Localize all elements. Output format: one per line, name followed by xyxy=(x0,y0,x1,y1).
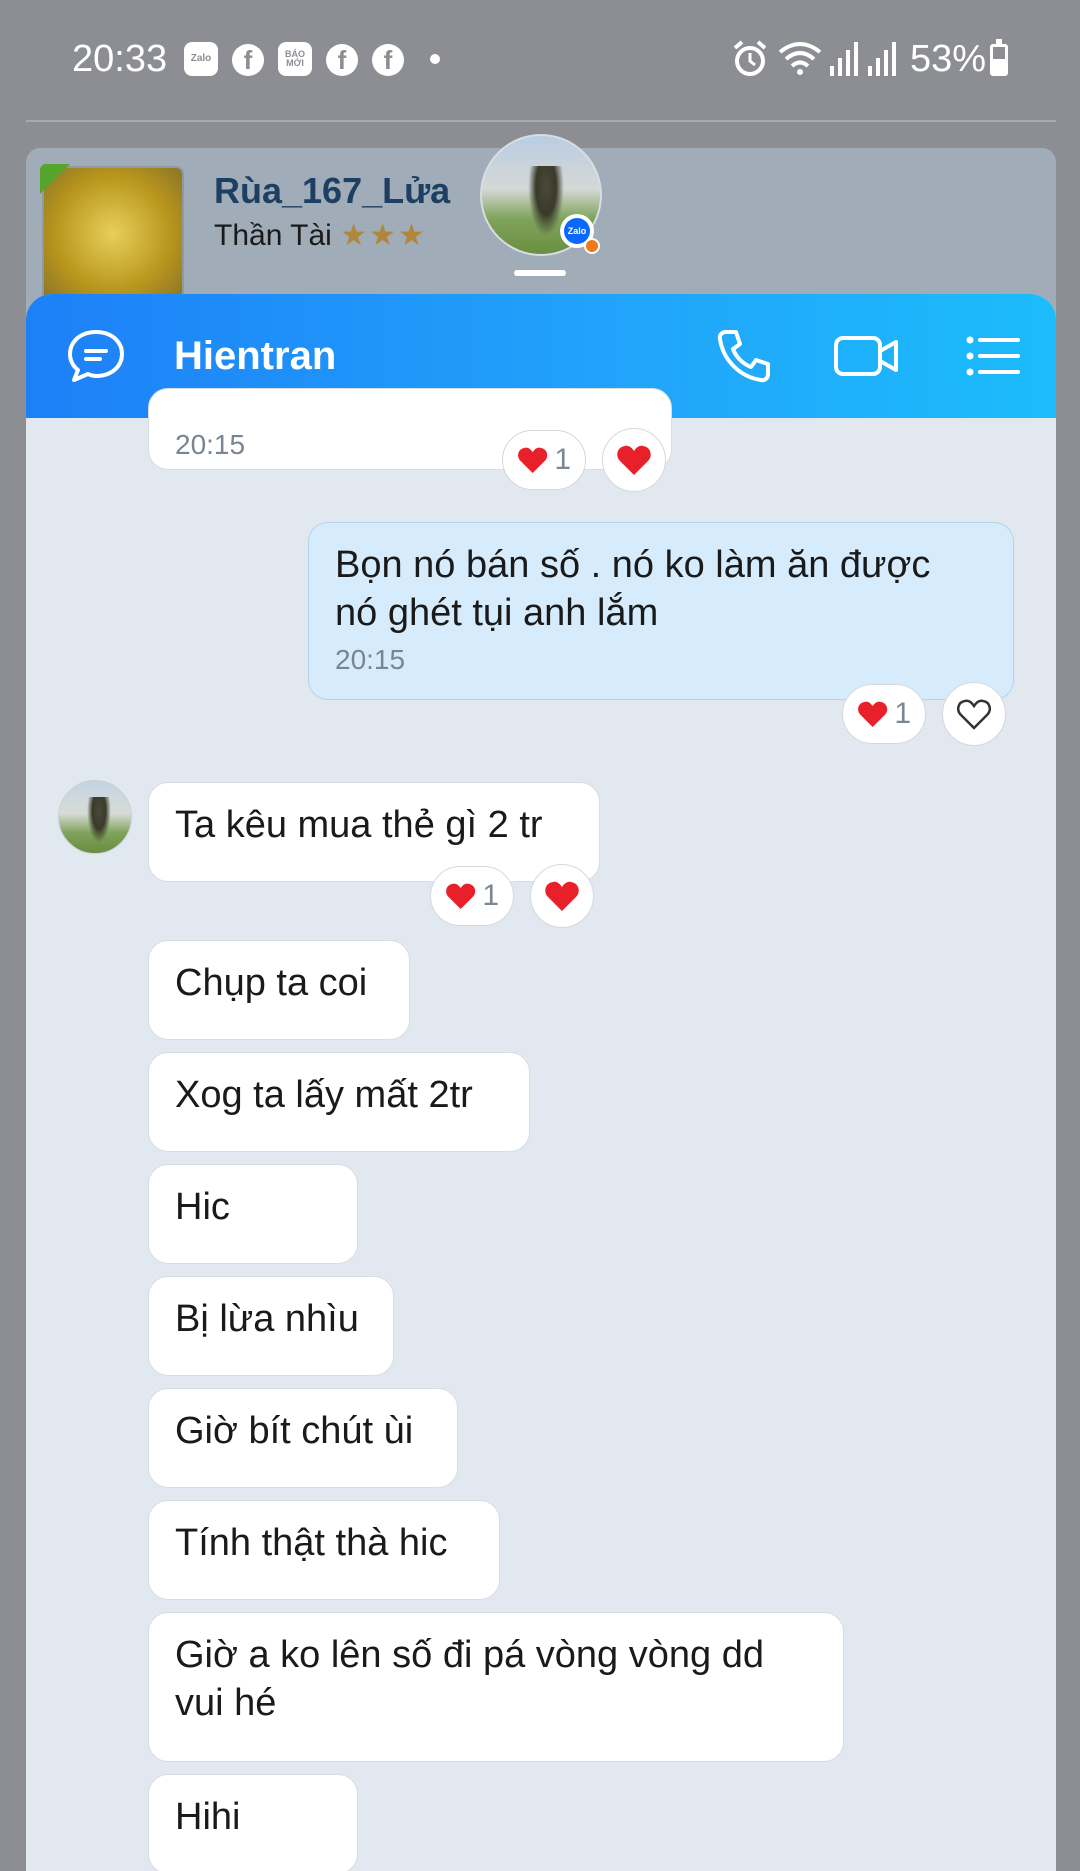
message-text: Tính thật thà hic xyxy=(175,1522,448,1564)
reaction-count: 1 xyxy=(554,443,571,476)
react-button[interactable] xyxy=(530,864,594,928)
battery-icon xyxy=(990,39,1008,76)
received-message-bubble[interactable]: Hihi xyxy=(148,1774,358,1871)
received-message-bubble[interactable]: Xog ta lấy mất 2tr xyxy=(148,1052,530,1152)
message-text: Bọn nó bán số . nó ko làm ăn được xyxy=(335,544,931,586)
chat-panel: Hientran 20:15 1 Bọn nó bán số . nó ko l… xyxy=(26,294,1056,1871)
divider xyxy=(26,120,1056,122)
status-bar: 20:33 Zalo f BÁO MỚI f f 53% xyxy=(0,0,1080,118)
signal-icon xyxy=(830,42,858,76)
message-list[interactable]: 20:15 1 Bọn nó bán số . nó ko làm ăn đượ… xyxy=(26,388,1056,1871)
chat-title: Hientran xyxy=(174,334,337,378)
star-rating: ★★★ xyxy=(340,219,427,252)
message-text: Giờ a ko lên số đi pá vòng vòng dd xyxy=(175,1634,764,1676)
heart-icon xyxy=(617,445,651,475)
zalo-icon: Zalo xyxy=(184,42,218,76)
heart-icon xyxy=(518,447,548,474)
message-text: Chụp ta coi xyxy=(175,962,368,1004)
message-text: Bị lừa nhìu xyxy=(175,1298,359,1340)
facebook-icon: f xyxy=(232,44,264,76)
my-message-bubble[interactable]: Bọn nó bán số . nó ko làm ăn được nó ghé… xyxy=(308,522,1014,700)
status-time: 20:33 xyxy=(72,38,168,80)
message-text: Ta kêu mua thẻ gì 2 tr xyxy=(175,804,543,846)
received-message-bubble[interactable]: Ta kêu mua thẻ gì 2 tr xyxy=(148,782,600,882)
zalo-badge-icon: Zalo xyxy=(560,214,600,254)
phone-icon[interactable] xyxy=(712,324,776,388)
react-button[interactable] xyxy=(602,428,666,492)
received-message-bubble[interactable]: Giờ bít chút ùi xyxy=(148,1388,458,1488)
message-text: Hic xyxy=(175,1186,230,1228)
message-text: Xog ta lấy mất 2tr xyxy=(175,1074,473,1116)
profile-subtitle: Thần Tài ★★★ xyxy=(214,219,427,252)
sender-avatar[interactable] xyxy=(58,780,132,854)
message-time: 20:15 xyxy=(335,644,406,675)
reaction-count: 1 xyxy=(482,879,499,912)
received-message-bubble[interactable]: Chụp ta coi xyxy=(148,940,410,1040)
received-message-bubble[interactable]: Hic xyxy=(148,1164,358,1264)
message-bubble-partial[interactable]: 20:15 xyxy=(148,388,672,470)
reaction-summary[interactable]: 1 xyxy=(502,430,586,490)
heart-outline-icon xyxy=(956,699,992,730)
signal-icon xyxy=(868,42,896,76)
message-text: Giờ bít chút ùi xyxy=(175,1410,414,1452)
received-message-bubble[interactable]: Tính thật thà hic xyxy=(148,1500,500,1600)
drag-handle[interactable] xyxy=(514,270,566,276)
facebook-icon: f xyxy=(326,44,358,76)
reaction-count: 1 xyxy=(894,697,911,730)
baomoi-icon: BÁO MỚI xyxy=(278,42,312,76)
alarm-icon xyxy=(733,40,767,76)
facebook-icon: f xyxy=(372,44,404,76)
wifi-icon xyxy=(778,42,822,75)
chat-bubble-icon[interactable] xyxy=(64,324,128,388)
received-message-bubble[interactable]: Bị lừa nhìu xyxy=(148,1276,394,1376)
reaction-summary[interactable]: 1 xyxy=(430,866,514,926)
menu-list-icon[interactable] xyxy=(960,324,1024,388)
message-text: vui hé xyxy=(175,1682,277,1724)
message-time: 20:15 xyxy=(175,429,246,460)
profile-name: Rùa_167_Lửa xyxy=(214,170,451,211)
more-notifications-dot xyxy=(430,54,440,64)
received-message-bubble[interactable]: Giờ a ko lên số đi pá vòng vòng dd vui h… xyxy=(148,1612,844,1762)
video-call-icon[interactable] xyxy=(832,324,902,388)
reaction-summary[interactable]: 1 xyxy=(842,684,926,744)
message-text: Hihi xyxy=(175,1796,241,1838)
react-button[interactable] xyxy=(942,682,1006,746)
heart-icon xyxy=(858,701,888,728)
heart-icon xyxy=(545,881,579,911)
heart-icon xyxy=(446,883,476,910)
message-text: nó ghét tụi anh lắm xyxy=(335,592,659,634)
battery-percent: 53% xyxy=(910,38,987,80)
